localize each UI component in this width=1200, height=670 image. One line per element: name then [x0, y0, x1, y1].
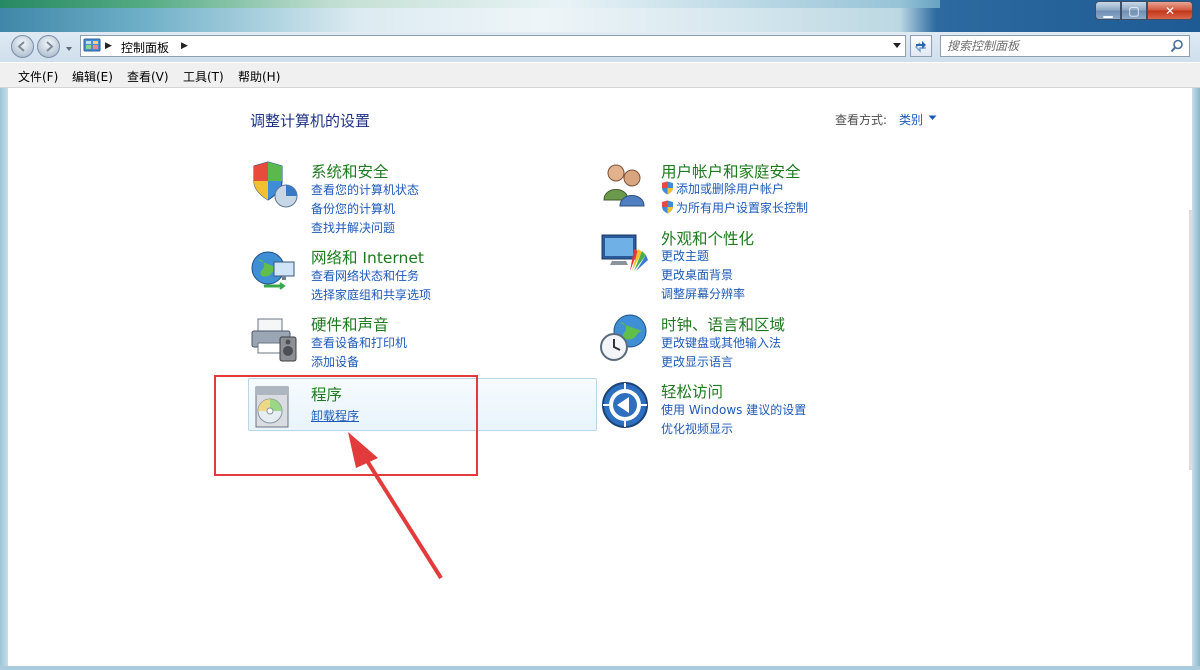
control-panel-window: ▁ ▢ ✕ ▶ 控制面板 ▶ 搜索控制面板 文件(F) 编辑(E) 查看(V) …: [0, 0, 1200, 670]
link-desktop-background[interactable]: 更改桌面背景: [661, 266, 733, 283]
link-troubleshoot[interactable]: 查找并解决问题: [311, 219, 395, 236]
control-panel-icon: [83, 38, 101, 52]
clock-globe-icon: [600, 314, 647, 361]
refresh-icon: [915, 41, 926, 53]
menu-tools[interactable]: 工具(T): [183, 68, 224, 85]
link-windows-recommended-settings[interactable]: 使用 Windows 建议的设置: [661, 401, 806, 418]
window-border-bottom: [0, 666, 1200, 670]
ease-of-access-icon: [602, 382, 648, 428]
category-title[interactable]: 时钟、语言和区域: [661, 313, 785, 335]
forward-button[interactable]: [37, 35, 60, 58]
link-homegroup-sharing[interactable]: 选择家庭组和共享选项: [311, 286, 431, 303]
back-button[interactable]: [11, 35, 34, 58]
category-title[interactable]: 轻松访问: [661, 380, 723, 402]
address-bar[interactable]: ▶ 控制面板 ▶: [80, 35, 906, 57]
back-arrow-icon: [17, 41, 25, 52]
category-title[interactable]: 系统和安全: [311, 160, 389, 182]
link-parental-controls[interactable]: 为所有用户设置家长控制: [661, 199, 808, 216]
navigation-bar: ▶ 控制面板 ▶: [0, 32, 1200, 62]
network-globe-icon: [251, 251, 295, 290]
annotation-arrow-icon: [348, 432, 443, 580]
users-icon: [603, 164, 645, 207]
menu-help[interactable]: 帮助(H): [238, 68, 280, 85]
menu-view[interactable]: 查看(V): [127, 68, 169, 85]
search-icon[interactable]: [1170, 39, 1184, 53]
view-by-label: 查看方式:: [835, 113, 888, 127]
content-scroll-edge: [1189, 210, 1192, 470]
link-backup-computer[interactable]: 备份您的计算机: [311, 200, 395, 217]
search-box[interactable]: [940, 35, 1190, 57]
link-screen-resolution[interactable]: 调整屏幕分辨率: [661, 285, 745, 302]
link-display-language[interactable]: 更改显示语言: [661, 353, 733, 370]
view-by-dropdown[interactable]: 类别: [899, 111, 923, 128]
link-label: 为所有用户设置家长控制: [676, 201, 809, 215]
breadcrumb-control-panel[interactable]: 控制面板: [121, 39, 169, 56]
view-by-chevron-down-icon[interactable]: [928, 115, 937, 121]
window-border-right: [1192, 88, 1200, 670]
recent-pages-dropdown-icon[interactable]: [64, 44, 74, 54]
link-keyboards-input[interactable]: 更改键盘或其他输入法: [661, 334, 781, 351]
link-label: 添加或删除用户帐户: [676, 182, 785, 196]
breadcrumb-separator-icon[interactable]: ▶: [105, 41, 112, 51]
window-border-left: [0, 88, 8, 670]
menu-file[interactable]: 文件(F): [18, 68, 58, 85]
close-button[interactable]: ✕: [1147, 1, 1193, 20]
link-devices-printers[interactable]: 查看设备和打印机: [311, 334, 407, 351]
minimize-button[interactable]: ▁: [1095, 1, 1121, 20]
menu-edit[interactable]: 编辑(E): [72, 68, 113, 85]
category-title[interactable]: 外观和个性化: [661, 227, 754, 249]
link-change-theme[interactable]: 更改主题: [661, 247, 709, 264]
link-add-device[interactable]: 添加设备: [311, 353, 359, 370]
title-bar-glass: [0, 0, 940, 8]
menu-bar: 文件(F) 编辑(E) 查看(V) 工具(T) 帮助(H): [0, 63, 1200, 88]
link-network-status[interactable]: 查看网络状态和任务: [311, 267, 419, 284]
maximize-button[interactable]: ▢: [1121, 1, 1147, 20]
shield-system-icon: [253, 161, 298, 208]
link-optimize-visual-display[interactable]: 优化视频显示: [661, 420, 733, 437]
category-title[interactable]: 硬件和声音: [311, 313, 389, 335]
link-view-computer-status[interactable]: 查看您的计算机状态: [311, 181, 419, 198]
category-title[interactable]: 网络和 Internet: [311, 246, 424, 268]
refresh-button[interactable]: [910, 35, 932, 57]
uac-shield-icon: [662, 181, 673, 195]
caption-buttons: ▁ ▢ ✕: [1095, 1, 1193, 20]
forward-arrow-icon: [46, 41, 54, 52]
address-history-dropdown-icon[interactable]: [892, 42, 902, 50]
monitor-palette-icon: [601, 234, 648, 271]
category-title[interactable]: 用户帐户和家庭安全: [661, 160, 801, 182]
breadcrumb-chevron-icon[interactable]: ▶: [181, 41, 188, 51]
title-bar: ▁ ▢ ✕: [0, 0, 1200, 32]
page-title: 调整计算机的设置: [250, 112, 371, 130]
printer-speaker-icon: [251, 318, 297, 362]
uac-shield-icon: [662, 200, 673, 214]
search-input[interactable]: [947, 38, 1162, 54]
link-add-remove-accounts[interactable]: 添加或删除用户帐户: [661, 180, 784, 197]
